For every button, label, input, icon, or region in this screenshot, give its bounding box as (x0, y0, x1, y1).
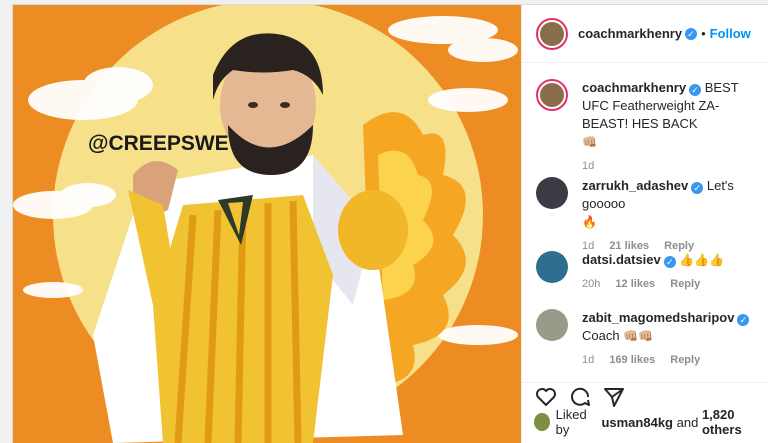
caption: coachmarkhenry ✓ BEST UFC Featherweight Z… (536, 79, 760, 175)
comment-emoji: 👊🏼👊🏼 (623, 329, 654, 343)
reply-button[interactable]: Reply (670, 278, 700, 290)
commenter-avatar[interactable] (536, 251, 568, 283)
heart-icon[interactable] (534, 385, 558, 409)
follow-button[interactable]: Follow (710, 26, 751, 41)
caption-emoji: 👊🏼 (582, 135, 597, 149)
instagram-post: @CREEPSWE coachmarkhenry ✓ • Follow coac… (12, 4, 768, 443)
caption-username[interactable]: coachmarkhenry (582, 80, 686, 95)
post-header: coachmarkhenry ✓ • Follow (522, 5, 768, 63)
likes-others[interactable]: 1,820 others (702, 407, 768, 437)
comment-username[interactable]: zabit_magomedsharipov (582, 310, 734, 325)
comment-likes[interactable]: 12 likes (615, 278, 655, 290)
post-image[interactable]: @CREEPSWE (13, 5, 521, 443)
comment-time[interactable]: 1d (582, 354, 594, 366)
comments-list: coachmarkhenry ✓ BEST UFC Featherweight Z… (522, 63, 768, 383)
comment-item: zabit_magomedsharipov ✓ Coach 👊🏼👊🏼 1d 169… (536, 309, 760, 369)
verified-badge-icon: ✓ (663, 256, 676, 268)
author-username[interactable]: coachmarkhenry (578, 26, 682, 41)
comment-text: Coach (582, 328, 620, 343)
verified-badge-icon: ✓ (685, 27, 698, 40)
caption-time[interactable]: 1d (582, 160, 594, 172)
liker-avatar[interactable] (534, 413, 550, 431)
share-icon[interactable] (602, 385, 626, 409)
author-avatar[interactable] (536, 79, 568, 111)
comment-time[interactable]: 20h (582, 278, 600, 290)
likes-summary: Liked by usman84kg and 1,820 others (534, 407, 768, 437)
reply-button[interactable]: Reply (670, 354, 700, 366)
image-watermark: @CREEPSWE (88, 132, 229, 155)
verified-badge-icon: ✓ (689, 84, 702, 96)
post-sidebar: coachmarkhenry ✓ • Follow coachmarkhenry… (521, 5, 768, 443)
action-bar (522, 382, 768, 409)
likes-prefix: Liked by (555, 407, 587, 437)
comment-emoji: 👍👍👍 (679, 253, 725, 267)
comment-username[interactable]: datsi.datsiev (582, 252, 661, 267)
separator-dot: • (701, 26, 706, 41)
liker-username[interactable]: usman84kg (601, 415, 673, 430)
comment-icon[interactable] (568, 385, 592, 409)
author-avatar[interactable] (536, 17, 568, 50)
commenter-avatar[interactable] (536, 177, 568, 209)
verified-badge-icon: ✓ (737, 314, 750, 326)
comment-item: datsi.datsiev ✓ 👍👍👍 20h 12 likes Reply (536, 251, 760, 293)
likes-and: and (676, 414, 699, 430)
verified-badge-icon: ✓ (691, 182, 704, 194)
comment-emoji: 🔥 (582, 215, 597, 229)
comment-likes[interactable]: 169 likes (609, 354, 655, 366)
comment-item: zarrukh_adashev ✓ Let's gooooo 🔥 1d 21 li… (536, 177, 760, 255)
commenter-avatar[interactable] (536, 309, 568, 341)
comment-username[interactable]: zarrukh_adashev (582, 178, 688, 193)
